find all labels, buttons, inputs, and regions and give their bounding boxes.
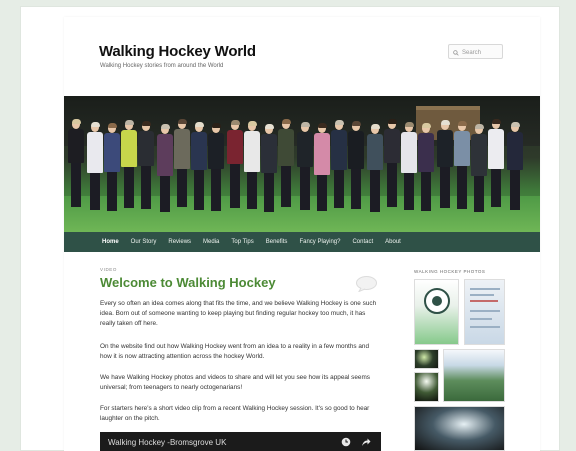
photo-thumbnail[interactable] — [464, 279, 505, 345]
nav-item-fancy-playing[interactable]: Fancy Playing? — [299, 239, 348, 245]
nav-item-home[interactable]: Home — [102, 239, 127, 245]
site-tagline: Walking Hockey stories from around the W… — [100, 63, 224, 69]
photo-thumbnail[interactable] — [414, 279, 459, 345]
search-input[interactable]: Search — [448, 44, 503, 59]
nav-item-media[interactable]: Media — [203, 239, 227, 245]
photo-thumbnail[interactable] — [414, 406, 505, 451]
nav-item-about[interactable]: About — [385, 239, 409, 245]
search-icon — [453, 50, 459, 56]
search-placeholder: Search — [462, 50, 482, 56]
sidebar-widget-title: WALKING HOCKEY PHOTOS — [414, 269, 486, 274]
site-title[interactable]: Walking Hockey World — [99, 43, 256, 60]
nav-item-our-story[interactable]: Our Story — [131, 239, 165, 245]
comment-bubble-icon[interactable] — [355, 276, 378, 292]
photo-thumbnail[interactable] — [443, 349, 505, 402]
post-paragraph: Every so often an idea comes along that … — [100, 300, 377, 327]
post-title[interactable]: Welcome to Walking Hockey — [100, 275, 276, 290]
post-paragraph: On the website find out how Walking Hock… — [100, 343, 370, 360]
share-icon[interactable] — [361, 437, 371, 447]
nav-item-top-tips[interactable]: Top Tips — [231, 239, 261, 245]
walking-hockey-logo — [424, 288, 450, 314]
nav-item-reviews[interactable]: Reviews — [168, 239, 199, 245]
video-player[interactable]: Walking Hockey -Bromsgrove UK — [100, 432, 381, 451]
main-navigation: Home Our Story Reviews Media Top Tips Benefit… — [64, 232, 540, 252]
post-format-label: VIDEO — [100, 267, 118, 272]
photo-thumbnail[interactable] — [414, 372, 439, 402]
nav-item-contact[interactable]: Contact — [352, 239, 381, 245]
video-title[interactable]: Walking Hockey -Bromsgrove UK — [108, 438, 226, 447]
post-paragraph: For starters here's a short video clip f… — [100, 405, 370, 422]
header-banner-image[interactable] — [64, 96, 540, 232]
photo-thumbnail[interactable] — [414, 349, 439, 369]
clock-icon[interactable] — [341, 437, 351, 447]
nav-item-benefits[interactable]: Benefits — [266, 239, 296, 245]
page-container: Walking Hockey World Walking Hockey stor… — [64, 17, 540, 451]
post-paragraph: We have Walking Hockey photos and videos… — [100, 374, 370, 391]
